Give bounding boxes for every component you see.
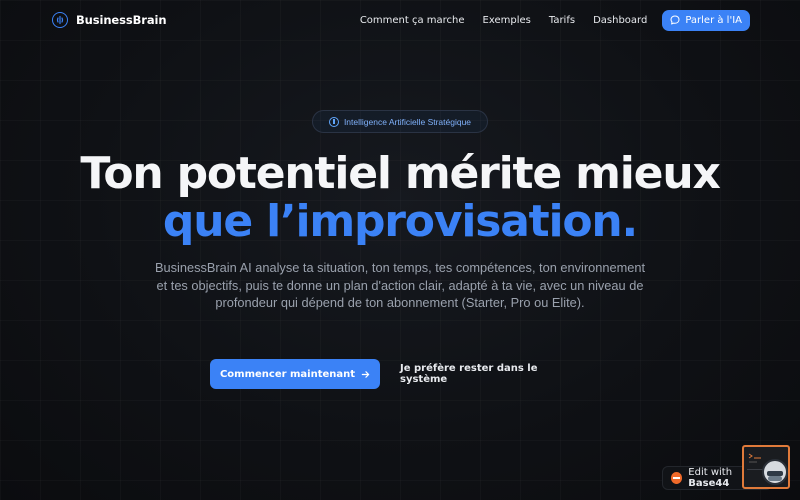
chat-bubble-icon bbox=[670, 15, 680, 25]
hero-headline: Ton potentiel mérite mieux que l’improvi… bbox=[0, 150, 800, 246]
background-grid bbox=[0, 0, 800, 500]
brain-icon bbox=[52, 12, 68, 28]
nav-links: Comment ça marche Exemples Tarifs Dashbo… bbox=[360, 9, 750, 31]
nav-link-pricing[interactable]: Tarifs bbox=[549, 15, 575, 26]
hero-headline-line1: Ton potentiel mérite mieux bbox=[80, 148, 720, 199]
hero-headline-line2: que l’improvisation. bbox=[162, 196, 638, 247]
hero-badge: Intelligence Artificielle Stratégique bbox=[312, 110, 488, 133]
info-circle-icon bbox=[328, 116, 339, 127]
talk-to-ai-label: Parler à l'IA bbox=[685, 14, 742, 26]
top-navbar: BusinessBrain Comment ça marche Exemples… bbox=[0, 0, 800, 40]
nav-link-how-it-works[interactable]: Comment ça marche bbox=[360, 15, 465, 26]
brand[interactable]: BusinessBrain bbox=[52, 12, 167, 28]
stay-in-system-button[interactable]: Je préfère rester dans le système bbox=[400, 359, 580, 389]
arrow-right-icon bbox=[361, 370, 370, 378]
avatar bbox=[762, 459, 788, 485]
start-now-label: Commencer maintenant bbox=[219, 368, 356, 380]
base44-logo-icon bbox=[671, 472, 683, 484]
brand-name: BusinessBrain bbox=[76, 13, 167, 27]
start-now-button[interactable]: Commencer maintenant bbox=[210, 359, 380, 389]
hero-description: BusinessBrain AI analyse ta situation, t… bbox=[154, 260, 646, 310]
nav-link-dashboard[interactable]: Dashboard bbox=[593, 15, 647, 26]
floating-assistant-widget[interactable] bbox=[742, 445, 790, 489]
talk-to-ai-button[interactable]: Parler à l'IA bbox=[662, 9, 750, 31]
nav-link-examples[interactable]: Exemples bbox=[483, 15, 531, 26]
hero-badge-text: Intelligence Artificielle Stratégique bbox=[343, 116, 472, 127]
stay-in-system-label: Je préfère rester dans le système bbox=[400, 363, 538, 385]
